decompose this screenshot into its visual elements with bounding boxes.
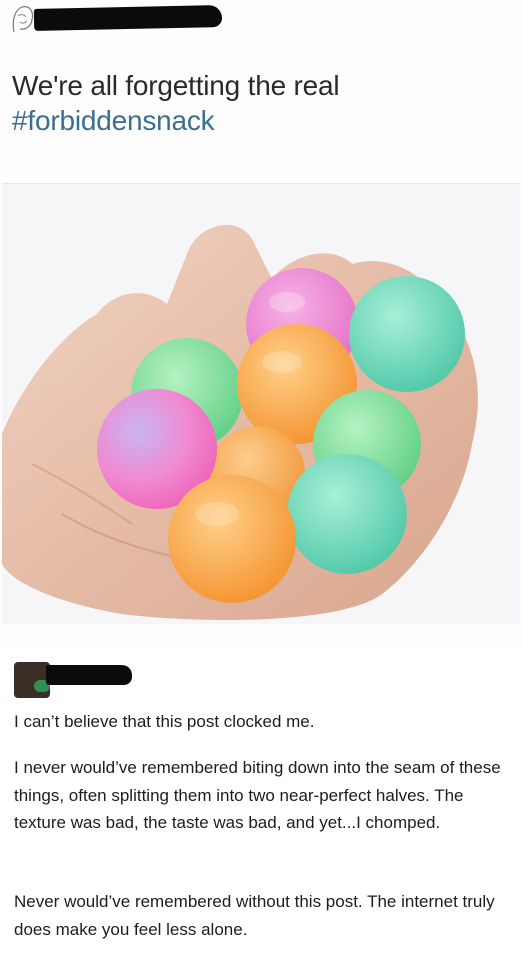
post-image — [2, 183, 520, 624]
bouncy-balls-in-hand-illustration — [2, 184, 520, 624]
redacted-commenter-name — [46, 665, 132, 685]
comment-paragraph-1: I can’t believe that this post clocked m… — [14, 712, 315, 731]
post-card: We're all forgetting the real #forbidden… — [0, 0, 522, 648]
post-text-prefix: We're all forgetting the real — [12, 70, 340, 101]
comment-paragraph-3: Never would’ve remembered without this p… — [14, 892, 495, 939]
ball-orange-bottom — [168, 475, 296, 603]
ball-teal-top — [349, 276, 465, 392]
ball-teal-bottom — [287, 454, 407, 574]
comment: I can’t believe that this post clocked m… — [0, 648, 522, 960]
redacted-username — [33, 5, 223, 31]
hashtag-link[interactable]: #forbiddensnack — [12, 105, 215, 136]
post-text: We're all forgetting the real #forbidden… — [12, 68, 512, 138]
comment-paragraph-2: I never would’ve remembered biting down … — [14, 758, 501, 832]
